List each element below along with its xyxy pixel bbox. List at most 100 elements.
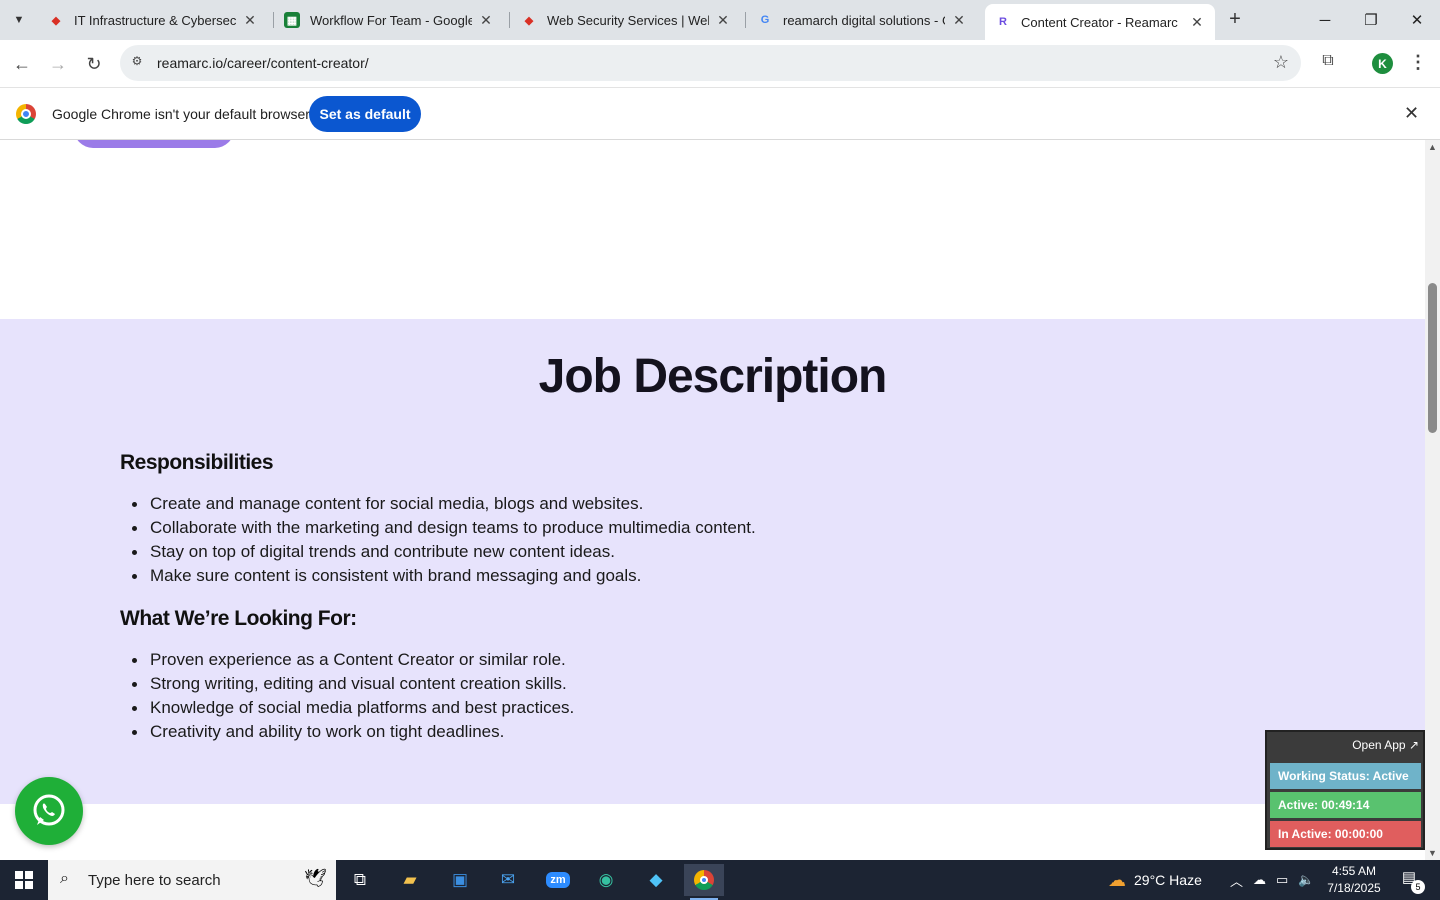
taskbar-clock[interactable]: 4:55 AM 7/18/2025 <box>1322 863 1386 897</box>
tab-title: IT Infrastructure & Cybersecurity <box>74 12 236 28</box>
chrome-logo-center <box>700 876 708 884</box>
restore-icon[interactable]: ❐ <box>1348 0 1394 40</box>
active-timer: Active: 00:49:14 <box>1270 792 1421 818</box>
infobar-message: Google Chrome isn't your default browser <box>52 106 310 122</box>
notification-center-icon[interactable]: ▤ 5 <box>1396 868 1425 894</box>
extensions-puzzle-icon[interactable]: ⧉ <box>1316 52 1340 76</box>
list-item: Knowledge of social media platforms and … <box>131 696 574 720</box>
system-tray: ︿ ☁ ▭ 🔈 <box>1230 860 1315 900</box>
network-icon[interactable]: ▭ <box>1276 872 1288 888</box>
window-close-icon[interactable]: ✕ <box>1394 0 1440 40</box>
tab-content-creator[interactable]: R Content Creator - Reamarc ✕ <box>985 4 1215 40</box>
chrome-menu-icon[interactable]: ⋮ <box>1408 52 1428 76</box>
microsoft-store-icon[interactable]: ▣ <box>440 864 480 896</box>
section-title: Job Description <box>538 350 888 403</box>
clock-date: 7/18/2025 <box>1327 881 1381 895</box>
zoom-logo: zm <box>546 872 570 888</box>
close-icon[interactable]: ✕ <box>951 12 967 29</box>
list-item: Collaborate with the marketing and desig… <box>132 516 756 540</box>
cta-button-partial[interactable] <box>74 140 234 148</box>
list-item: Stay on top of digital trends and contri… <box>132 540 756 564</box>
list-item: Create and manage content for social med… <box>132 492 756 516</box>
weather-text: 29°C Haze <box>1134 872 1202 888</box>
tab-title: reamarch digital solutions - Google <box>783 12 945 28</box>
scroll-down-arrow-icon[interactable]: ▼ <box>1428 848 1437 858</box>
redbadge-icon: ◆ <box>51 14 61 27</box>
responsibilities-heading: Responsibilities <box>120 451 274 474</box>
file-explorer-icon[interactable]: ▰ <box>390 864 430 896</box>
open-app-link[interactable]: Open App ↗ <box>1352 738 1419 752</box>
search-highlight-dove-icon: 🕊 <box>304 868 327 888</box>
reload-icon[interactable]: ↻ <box>80 50 108 78</box>
tab-workflow-sheets[interactable]: ▦ Workflow For Team - Google Sheets ✕ <box>274 4 504 36</box>
job-description-section: Job Description Responsibilities Create … <box>0 319 1425 804</box>
looking-for-list: Proven experience as a Content Creator o… <box>131 648 574 744</box>
list-item: Proven experience as a Content Creator o… <box>131 648 574 672</box>
notification-count: 5 <box>1411 880 1425 894</box>
chrome-logo-icon <box>694 870 714 890</box>
windows-logo-icon <box>15 871 33 889</box>
list-item: Strong writing, editing and visual conte… <box>131 672 574 696</box>
site-settings-icon[interactable]: ⚙ <box>128 54 146 72</box>
mail-icon[interactable]: ✉ <box>488 864 528 896</box>
taskbar-search[interactable]: ⌕ Type here to search 🕊 <box>48 860 336 900</box>
list-item: Make sure content is consistent with bra… <box>132 564 756 588</box>
inactive-timer: In Active: 00:00:00 <box>1270 821 1421 847</box>
set-as-default-button[interactable]: Set as default <box>309 96 421 132</box>
whatsapp-chat-button[interactable] <box>15 777 83 845</box>
redbadge-icon: ◆ <box>524 14 534 27</box>
forward-arrow-icon[interactable]: → <box>44 50 72 78</box>
tab-title: Web Security Services | Website <box>547 12 709 28</box>
responsibilities-list: Create and manage content for social med… <box>132 492 756 588</box>
tab-title: Workflow For Team - Google Sheets <box>310 12 472 28</box>
onedrive-icon[interactable]: ☁ <box>1253 872 1266 888</box>
tab-title: Content Creator - Reamarc <box>1021 14 1178 30</box>
tab-google-search[interactable]: G reamarch digital solutions - Google ✕ <box>747 4 977 36</box>
task-view-icon[interactable]: ⧉ <box>340 864 380 896</box>
looking-for-heading: What We’re Looking For: <box>120 607 357 630</box>
close-icon[interactable]: ✕ <box>715 12 731 29</box>
url-text[interactable]: reamarc.io/career/content-creator/ <box>157 55 369 71</box>
time-tracker-widget: Open App ↗ Working Status: Active Active… <box>1265 730 1425 850</box>
chevron-up-icon[interactable]: ︿ <box>1230 871 1243 890</box>
reamarc-icon: R <box>999 16 1007 28</box>
default-browser-infobar: Google Chrome isn't your default browser… <box>0 87 1440 140</box>
minimize-icon[interactable]: ─ <box>1302 0 1348 40</box>
new-tab-plus-icon[interactable]: + <box>1224 9 1246 31</box>
chrome-logo-icon <box>16 104 36 124</box>
back-arrow-icon[interactable]: ← <box>8 50 36 78</box>
app-diamond-icon[interactable]: ◆ <box>636 864 676 896</box>
search-placeholder: Type here to search <box>88 872 221 889</box>
list-item: Creativity and ability to work on tight … <box>131 720 574 744</box>
tab-web-security[interactable]: ◆ Web Security Services | Website ✕ <box>511 4 741 36</box>
tab-search-chevron-icon[interactable]: ▼ <box>6 8 32 32</box>
browser-toolbar: ← → ↻ ⚙ reamarc.io/career/content-creato… <box>0 40 1440 87</box>
tab-divider <box>745 12 746 28</box>
chrome-taskbar-icon[interactable] <box>684 864 724 900</box>
open-app-label: Open App <box>1352 738 1406 752</box>
close-icon[interactable]: ✕ <box>242 12 258 29</box>
page-scrollbar[interactable]: ▲ ▼ <box>1425 140 1440 860</box>
windows-start-icon[interactable] <box>0 860 48 900</box>
tab-it-infrastructure[interactable]: ◆ IT Infrastructure & Cybersecurity ✕ <box>38 4 268 36</box>
haze-weather-icon: ☁ <box>1108 869 1126 890</box>
zoom-icon[interactable]: zm <box>538 864 578 896</box>
close-icon[interactable]: ✕ <box>478 12 494 29</box>
bookmark-star-icon[interactable]: ☆ <box>1273 52 1289 73</box>
volume-icon[interactable]: 🔈 <box>1298 872 1314 888</box>
infobar-close-icon[interactable]: ✕ <box>1404 103 1419 124</box>
tab-divider <box>509 12 510 28</box>
working-status: Working Status: Active <box>1270 763 1421 789</box>
scroll-up-arrow-icon[interactable]: ▲ <box>1428 142 1437 152</box>
google-icon: G <box>760 14 770 26</box>
weather-widget[interactable]: ☁ 29°C Haze <box>1108 860 1202 900</box>
edge-icon[interactable]: ◉ <box>586 864 626 896</box>
close-icon[interactable]: ✕ <box>1189 14 1205 31</box>
profile-avatar[interactable]: K <box>1372 53 1393 74</box>
web-page: Job Description Responsibilities Create … <box>0 140 1425 860</box>
address-bar[interactable]: ⚙ reamarc.io/career/content-creator/ ☆ <box>120 45 1301 81</box>
google-sheets-icon: ▦ <box>284 12 300 28</box>
scroll-thumb[interactable] <box>1428 283 1437 433</box>
clock-time: 4:55 AM <box>1331 864 1377 878</box>
whatsapp-icon <box>33 794 65 826</box>
